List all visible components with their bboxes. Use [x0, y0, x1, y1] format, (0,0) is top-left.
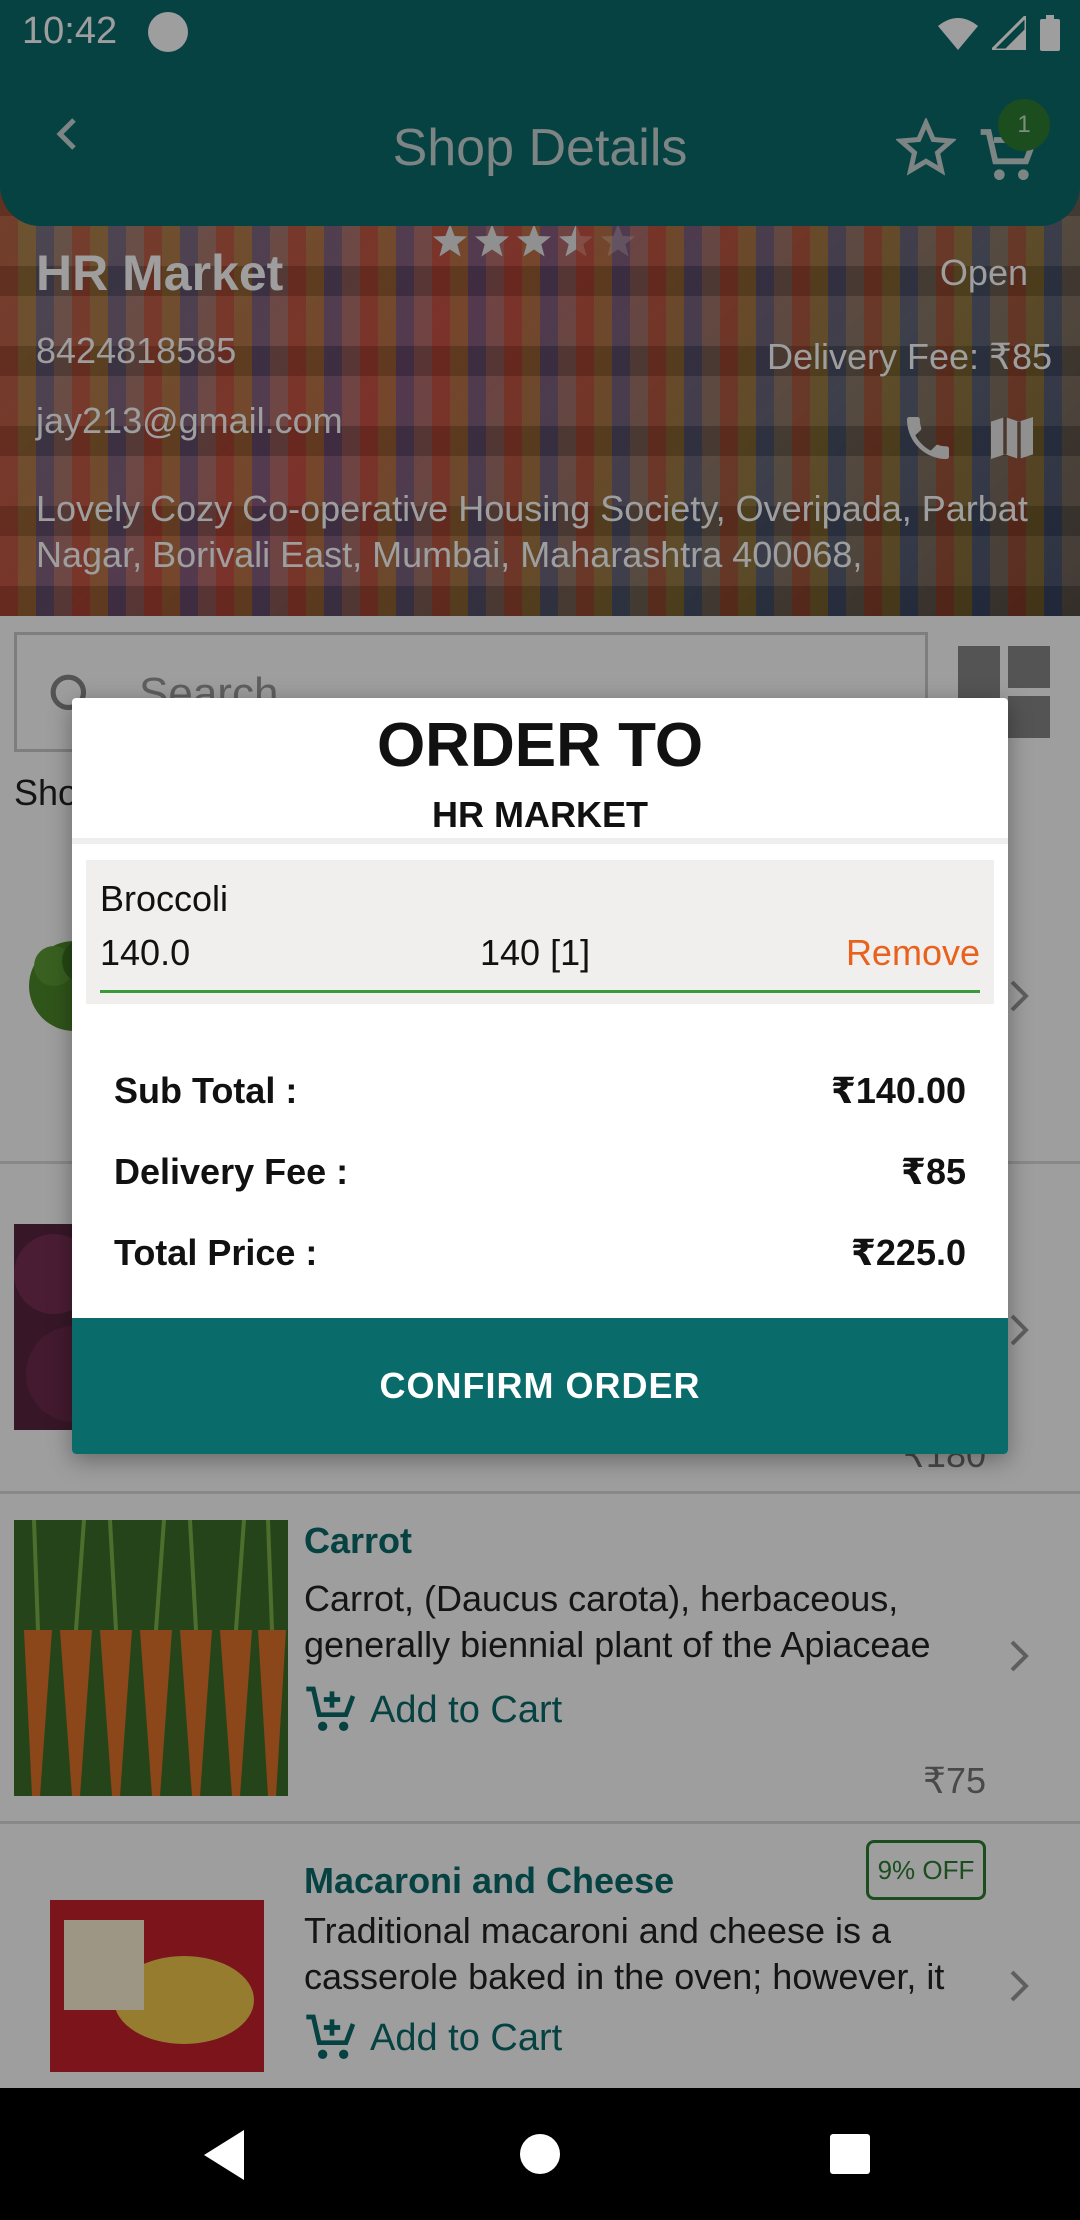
nav-back-icon[interactable] [200, 2128, 250, 2182]
confirm-order-button[interactable]: CONFIRM ORDER [72, 1318, 1008, 1454]
order-item-row: Broccoli 140.0 140 [1] Remove [86, 860, 994, 1004]
delivery-fee-row: Delivery Fee : ₹85 [114, 1151, 966, 1193]
order-item-name: Broccoli [100, 878, 229, 919]
delivery-fee-label: Delivery Fee : [114, 1151, 349, 1192]
order-item-price: 140.0 [100, 932, 191, 973]
total-price-value: ₹225.0 [850, 1232, 966, 1273]
screen: 10:42 Shop Details 1 HR Market Open 8424… [0, 0, 1080, 2220]
sub-total-row: Sub Total : ₹140.00 [114, 1070, 966, 1112]
dialog-title: ORDER TO [376, 711, 704, 780]
nav-recents-icon[interactable] [830, 2134, 870, 2174]
dialog-shop-name: HR MARKET [432, 794, 648, 835]
total-price-row: Total Price : ₹225.0 [114, 1232, 966, 1274]
system-nav-bar [0, 2088, 1080, 2220]
sub-total-value: ₹140.00 [830, 1070, 966, 1111]
remove-item-button[interactable]: Remove [846, 932, 980, 974]
nav-home-icon[interactable] [520, 2134, 560, 2174]
delivery-fee-value: ₹85 [900, 1151, 966, 1192]
item-underline [100, 990, 980, 993]
order-item-quantity: 140 [1] [480, 932, 591, 973]
total-price-label: Total Price : [114, 1232, 318, 1273]
dialog-divider [72, 838, 1008, 844]
sub-total-label: Sub Total : [114, 1070, 298, 1111]
order-dialog: ORDER TO HR MARKET Broccoli 140.0 140 [1… [72, 698, 1008, 1454]
